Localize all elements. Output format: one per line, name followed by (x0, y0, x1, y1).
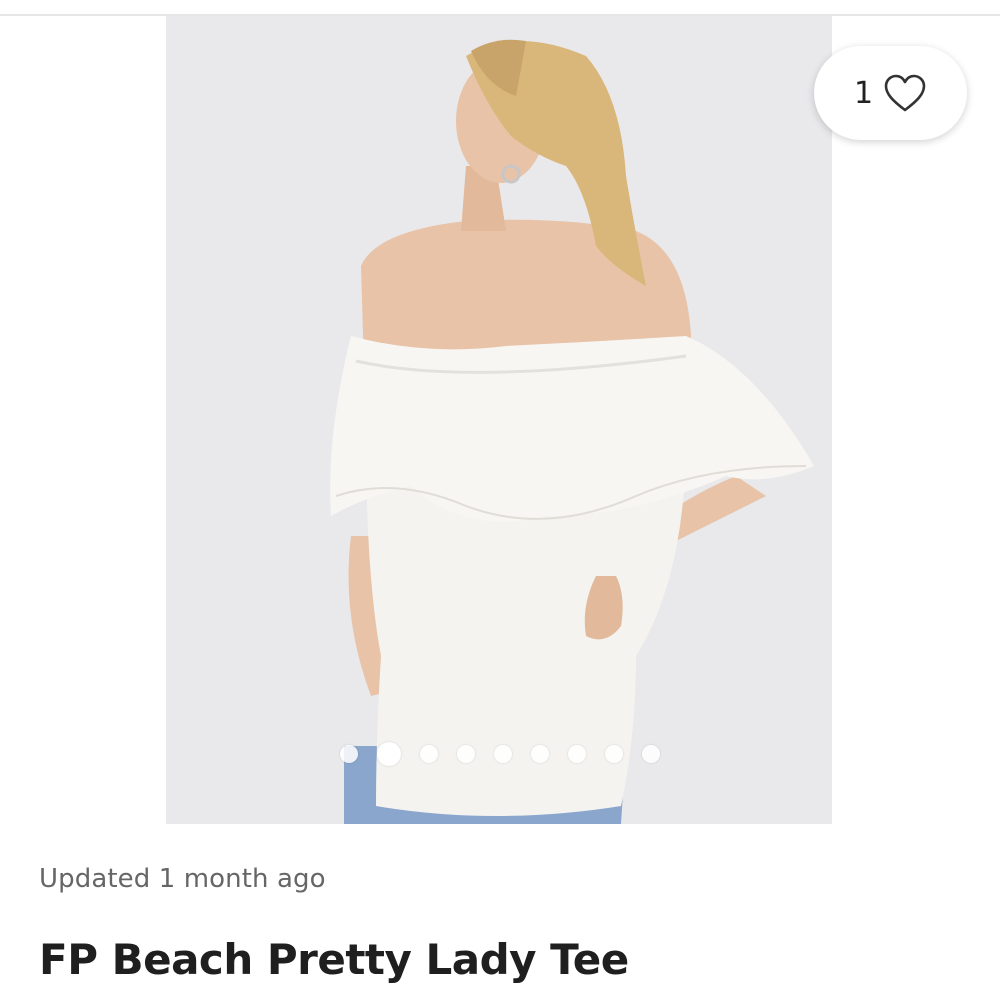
carousel-dot-3[interactable] (420, 745, 438, 763)
carousel-dot-8[interactable] (605, 745, 623, 763)
carousel-dot-4[interactable] (457, 745, 475, 763)
product-photo-illustration (330, 39, 814, 824)
carousel-dot-5[interactable] (494, 745, 512, 763)
listing-title: FP Beach Pretty Lady Tee (39, 935, 629, 984)
carousel-pagination (0, 742, 1000, 766)
carousel-dot-9[interactable] (642, 745, 660, 763)
product-photo[interactable] (166, 16, 832, 824)
carousel-dot-7[interactable] (568, 745, 586, 763)
carousel-dot-6[interactable] (531, 745, 549, 763)
carousel-dot-1[interactable] (340, 745, 358, 763)
heart-icon (884, 74, 926, 112)
like-count: 1 (853, 75, 874, 111)
carousel-dot-2-active[interactable] (377, 742, 401, 766)
like-button[interactable]: 1 (814, 46, 967, 140)
updated-timestamp: Updated 1 month ago (39, 864, 326, 894)
